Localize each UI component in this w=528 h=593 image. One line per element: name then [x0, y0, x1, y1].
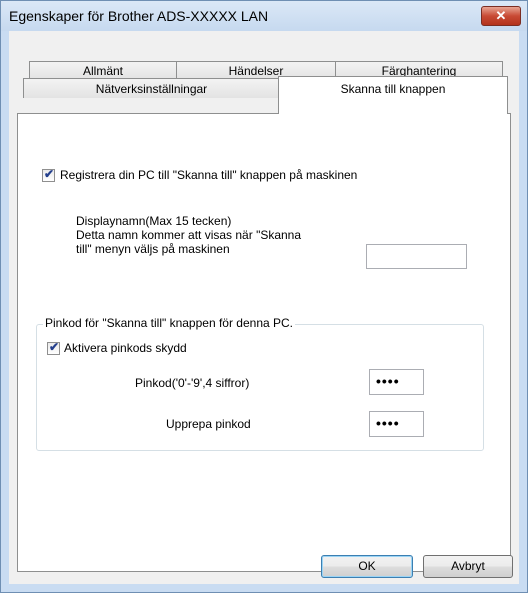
pin-group-legend: Pinkod för "Skanna till" knappen för den…: [43, 316, 296, 330]
tab-allmant[interactable]: Allmänt: [29, 61, 177, 79]
dialog-client-area: Allmänt Händelser Färghantering Nätverks…: [9, 31, 519, 584]
display-name-input[interactable]: [366, 244, 467, 269]
pin-label: Pinkod('0'-'9',4 siffror): [135, 376, 250, 390]
register-pc-checkbox[interactable]: ✔: [42, 167, 55, 182]
tab-skanna-till-knappen[interactable]: Skanna till knappen: [278, 76, 508, 114]
checkmark-icon: ✔: [44, 167, 55, 181]
repeat-pin-value: ••••: [376, 415, 400, 431]
repeat-pin-input[interactable]: ••••: [369, 411, 424, 437]
checkmark-icon: ✔: [49, 340, 60, 354]
display-name-help-line2: till" menyn väljs på maskinen: [76, 242, 230, 256]
display-name-help-line1: Detta namn kommer att visas när "Skanna: [76, 228, 302, 242]
close-icon: ✕: [495, 8, 507, 23]
pin-value: ••••: [376, 373, 400, 389]
repeat-pin-label: Upprepa pinkod: [166, 417, 251, 431]
enable-pin-checkbox[interactable]: ✔: [47, 340, 60, 355]
pin-input[interactable]: ••••: [369, 369, 424, 395]
window-title: Egenskaper för Brother ADS-XXXXX LAN: [9, 8, 269, 24]
enable-pin-label: Aktivera pinkods skydd: [64, 341, 187, 355]
properties-dialog: Egenskaper för Brother ADS-XXXXX LAN ✕ A…: [0, 0, 528, 593]
tab-natverksinstallningar[interactable]: Nätverksinställningar: [23, 78, 280, 98]
title-bar[interactable]: Egenskaper för Brother ADS-XXXXX LAN ✕: [1, 1, 527, 31]
display-name-label: Displaynamn(Max 15 tecken): [76, 214, 232, 228]
tab-panel: ✔ Registrera din PC till "Skanna till" k…: [17, 113, 511, 572]
close-button[interactable]: ✕: [481, 6, 521, 26]
cancel-button[interactable]: Avbryt: [423, 555, 513, 578]
pin-group: Pinkod för "Skanna till" knappen för den…: [36, 316, 484, 451]
ok-button[interactable]: OK: [321, 555, 413, 578]
register-pc-label: Registrera din PC till "Skanna till" kna…: [60, 168, 358, 182]
